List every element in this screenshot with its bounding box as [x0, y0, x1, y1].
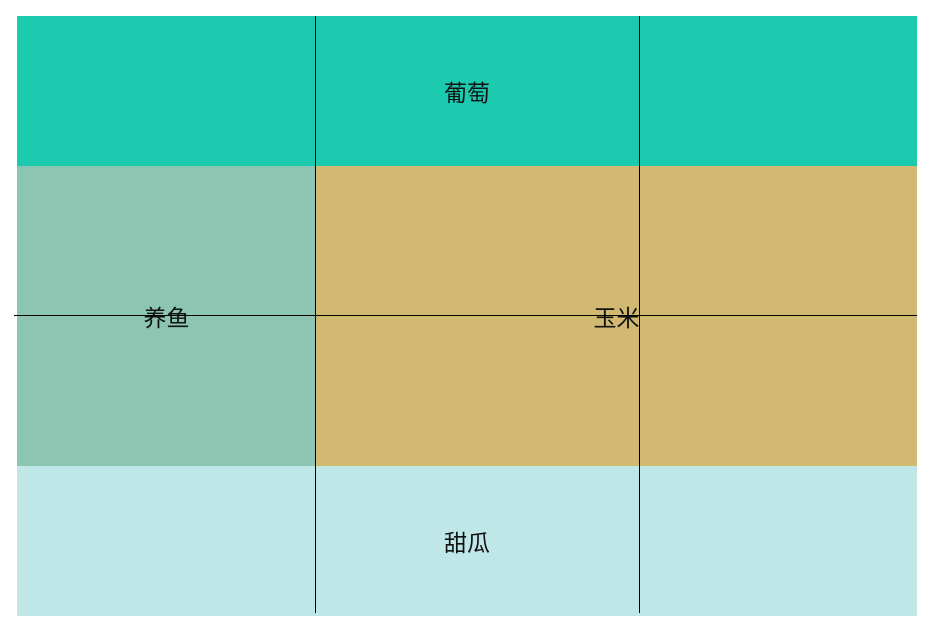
horizontal-divider-middle: [14, 315, 917, 316]
region-corn: 玉米: [316, 166, 917, 466]
region-melon: 甜瓜: [17, 466, 917, 616]
region-grapes: 葡萄: [17, 16, 917, 166]
region-fish-farming: 养鱼: [17, 166, 316, 466]
region-fish-farming-label: 养鱼: [143, 306, 190, 332]
region-melon-label: 甜瓜: [444, 531, 490, 557]
region-corn-label: 玉米: [593, 306, 640, 332]
region-grapes-label: 葡萄: [444, 81, 490, 107]
